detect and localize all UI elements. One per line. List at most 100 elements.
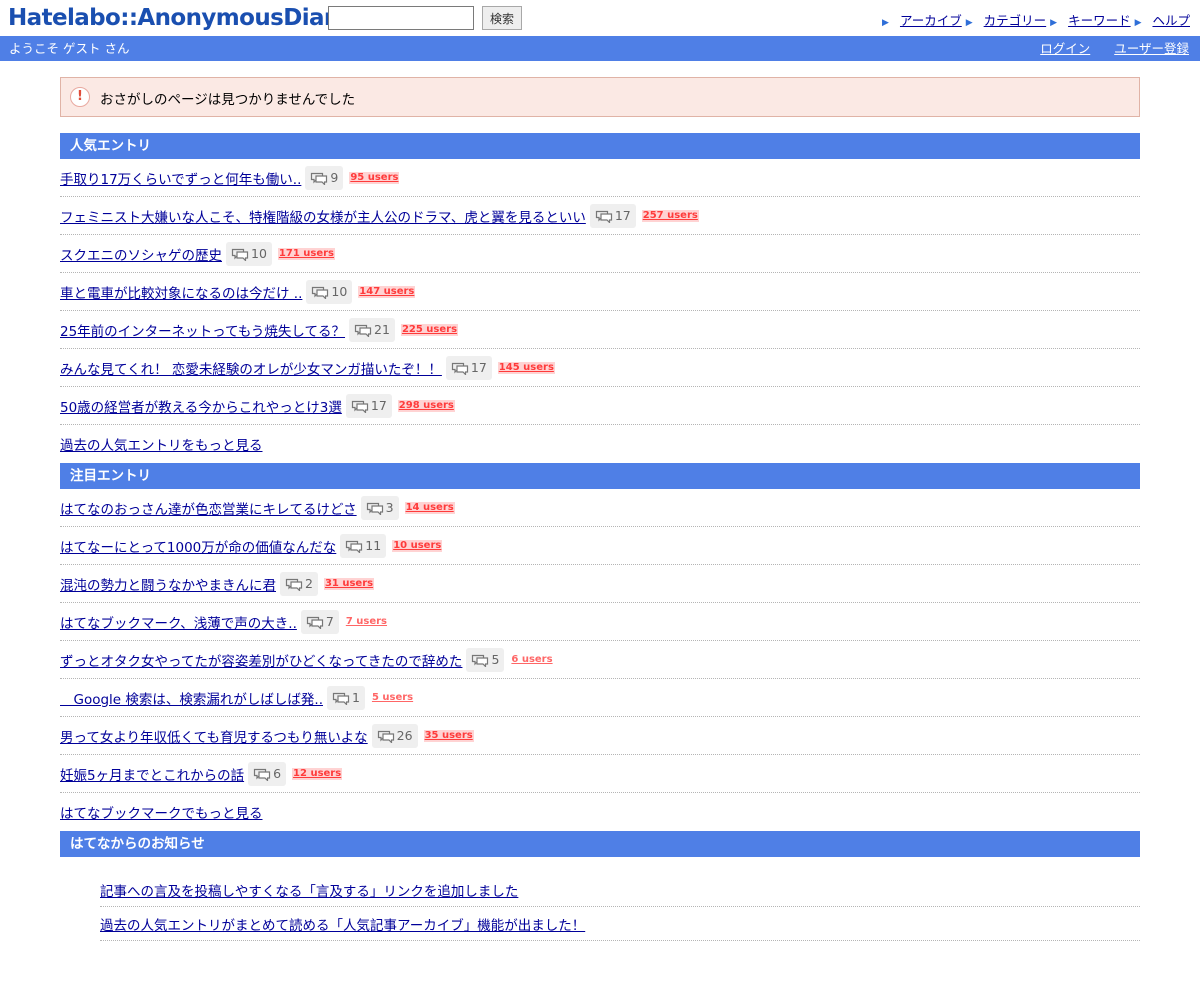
nav-category-link[interactable]: カテゴリー	[984, 13, 1047, 28]
popular-entries-list: 手取り17万くらいでずっと何年も働い.. 9 95 users フェミニスト大嫌いな人…	[60, 159, 1140, 425]
speech-bubble-icon	[253, 768, 271, 781]
entry-title-link[interactable]: スクエニのソシャゲの歴史	[60, 244, 222, 264]
comment-count: 11	[365, 538, 382, 553]
entry-row: みんな見てくれ！ 恋愛未経験のオレが少女マンガ描いたぞ！！ 17 145 users	[60, 349, 1140, 387]
entry-title-link[interactable]: ずっとオタク女やってたが容姿差別がひどくなってきたので辞めた	[60, 650, 462, 670]
exclamation-icon: !	[70, 87, 90, 107]
comment-count-badge[interactable]: 3	[360, 495, 399, 520]
speech-bubble-icon	[377, 730, 394, 743]
entry-row: 妊娠5ヶ月までとこれからの話 6 12 users	[60, 755, 1140, 793]
entry-row: 混沌の勢力と闘うなかやまきんに君 2 31 users	[60, 565, 1140, 603]
entry-title-link[interactable]: 車と電車が比較対象になるのは今だけ ..	[60, 282, 302, 302]
comment-count-badge[interactable]: 10	[226, 241, 272, 266]
nav-help-link[interactable]: ヘルプ	[1152, 13, 1190, 28]
bookmark-users-count[interactable]: 95 users	[349, 171, 400, 184]
speech-bubble-icon	[306, 616, 323, 629]
main-content: ! おさがしのページは見つかりませんでした 人気エントリ 手取り17万くらいでず…	[60, 77, 1140, 957]
entry-title-link[interactable]: はてなブックマーク、浅薄で声の大き..	[60, 612, 297, 632]
popular-entries-heading: 人気エントリ	[60, 133, 1140, 159]
entry-row: フェミニスト大嫌いな人こそ、特権階級の女様が主人公のドラマ、虎と翼を見るといい 1…	[60, 197, 1140, 235]
hot-more: はてなブックマークでもっと見る	[60, 793, 1140, 831]
comment-count-badge[interactable]: 6	[248, 761, 287, 786]
alert-message: おさがしのページは見つかりませんでした	[100, 92, 356, 108]
entry-title-link[interactable]: 手取り17万くらいでずっと何年も働い..	[60, 168, 301, 188]
not-found-alert: ! おさがしのページは見つかりませんでした	[60, 77, 1140, 117]
entry-row: はてなブックマーク、浅薄で声の大き.. 7 7 users	[60, 603, 1140, 641]
entry-row: ずっとオタク女やってたが容姿差別がひどくなってきたので辞めた 5 6 users	[60, 641, 1140, 679]
comment-count-badge[interactable]: 10	[306, 279, 353, 304]
comment-count: 26	[396, 728, 413, 743]
comment-count-badge[interactable]: 1	[326, 685, 365, 710]
site-logo[interactable]: Hatelabo::AnonymousDiary	[8, 4, 350, 32]
search-button[interactable]: 検索	[482, 6, 522, 30]
comment-count-badge[interactable]: 9	[305, 165, 344, 190]
comment-count-badge[interactable]: 21	[349, 317, 395, 342]
welcome-text: ようこそ ゲスト さん	[9, 41, 130, 56]
speech-bubble-icon	[472, 654, 489, 667]
bookmark-users-count[interactable]: 147 users	[358, 285, 416, 298]
comment-count-badge[interactable]: 17	[445, 355, 492, 380]
bookmark-users-count[interactable]: 145 users	[497, 361, 555, 374]
entry-row: 25年前のインターネットってもう焼失してる？ 21 225 users	[60, 311, 1140, 349]
entry-row: はてなーにとって1000万が命の価値なんだな 11 10 users	[60, 527, 1140, 565]
news-link[interactable]: 記事への言及を投稿しやすくなる「言及する」リンクを追加しました	[100, 880, 518, 900]
bookmark-users-count[interactable]: 12 users	[292, 767, 343, 780]
entry-title-link[interactable]: 妊娠5ヶ月までとこれからの話	[60, 764, 244, 784]
register-link[interactable]: ユーザー登録	[1114, 41, 1189, 56]
news-link[interactable]: 過去の人気エントリがまとめて読める「人気記事アーカイブ」機能が出ました！	[100, 914, 585, 934]
popular-more-link[interactable]: 過去の人気エントリをもっと見る	[60, 434, 263, 454]
bookmark-users-count[interactable]: 35 users	[423, 729, 474, 742]
entry-title-link[interactable]: はてなーにとって1000万が命の価値なんだな	[60, 536, 336, 556]
comment-count-badge[interactable]: 17	[345, 393, 392, 418]
bookmark-users-count[interactable]: 171 users	[277, 247, 335, 260]
bookmark-users-count[interactable]: 10 users	[392, 539, 443, 552]
nav-archive-link[interactable]: アーカイブ	[900, 13, 962, 28]
bookmark-users-count[interactable]: 225 users	[400, 323, 459, 336]
comment-count: 9	[330, 170, 339, 185]
bookmark-users-count[interactable]: 31 users	[323, 577, 375, 590]
search-input[interactable]	[328, 6, 474, 30]
bookmark-users-count[interactable]: 6 users	[510, 654, 553, 666]
comment-count: 10	[251, 246, 267, 261]
bookmark-users-count[interactable]: 7 users	[345, 616, 388, 628]
entry-row: 手取り17万くらいでずっと何年も働い.. 9 95 users	[60, 159, 1140, 197]
comment-count-badge[interactable]: 7	[300, 609, 339, 634]
speech-bubble-icon	[312, 286, 329, 299]
entry-title-link[interactable]: Google 検索は、検索漏れがしばしば発..	[60, 688, 323, 708]
header-nav: ▶ アーカイブ ▶ カテゴリー ▶ キーワード ▶ ヘルプ	[882, 10, 1190, 29]
login-link[interactable]: ログイン	[1040, 41, 1090, 56]
nav-keyword-link[interactable]: キーワード	[1068, 13, 1131, 28]
entry-title-link[interactable]: 25年前のインターネットってもう焼失してる？	[60, 320, 345, 340]
bookmark-users-count[interactable]: 14 users	[404, 501, 455, 514]
account-links: ログイン ユーザー登録	[1020, 36, 1189, 61]
comment-count: 1	[351, 690, 360, 705]
entry-row: はてなのおっさん達が色恋営業にキレてるけどさ 3 14 users	[60, 489, 1140, 527]
comment-count: 17	[614, 208, 631, 223]
bookmark-users-count[interactable]: 298 users	[397, 399, 455, 412]
comment-count: 10	[331, 284, 348, 299]
entry-row: 50歳の経営者が教える今からこれやっとけ3選 17 298 users	[60, 387, 1140, 425]
triangle-right-icon: ▶	[965, 18, 973, 28]
entry-title-link[interactable]: フェミニスト大嫌いな人こそ、特権階級の女様が主人公のドラマ、虎と翼を見るといい	[60, 206, 586, 226]
news-heading: はてなからのお知らせ	[60, 831, 1140, 857]
entry-title-link[interactable]: 男って女より年収低くても育児するつもり無いよな	[60, 726, 368, 746]
speech-bubble-icon	[285, 578, 303, 591]
entry-title-link[interactable]: 混沌の勢力と闘うなかやまきんに君	[60, 574, 276, 594]
comment-count-badge[interactable]: 11	[340, 533, 387, 558]
bookmark-users-count[interactable]: 257 users	[641, 209, 699, 222]
comment-count-badge[interactable]: 26	[371, 723, 418, 748]
news-item: 過去の人気エントリがまとめて読める「人気記事アーカイブ」機能が出ました！	[100, 907, 1140, 941]
triangle-right-icon: ▶	[882, 18, 889, 28]
entry-title-link[interactable]: みんな見てくれ！ 恋愛未経験のオレが少女マンガ描いたぞ！！	[60, 358, 442, 378]
bookmark-users-count[interactable]: 5 users	[371, 692, 414, 704]
comment-count-badge[interactable]: 2	[280, 571, 318, 596]
comment-count: 6	[273, 766, 282, 781]
entry-title-link[interactable]: 50歳の経営者が教える今からこれやっとけ3選	[60, 396, 342, 416]
comment-count-badge[interactable]: 17	[589, 203, 636, 228]
hot-entries-heading: 注目エントリ	[60, 463, 1140, 489]
entry-row: 男って女より年収低くても育児するつもり無いよな 26 35 users	[60, 717, 1140, 755]
entry-title-link[interactable]: はてなのおっさん達が色恋営業にキレてるけどさ	[60, 498, 357, 518]
news-list: 記事への言及を投稿しやすくなる「言及する」リンクを追加しました過去の人気エントリ…	[60, 873, 1140, 941]
hot-more-link[interactable]: はてなブックマークでもっと見る	[60, 802, 263, 822]
comment-count-badge[interactable]: 5	[466, 647, 505, 672]
